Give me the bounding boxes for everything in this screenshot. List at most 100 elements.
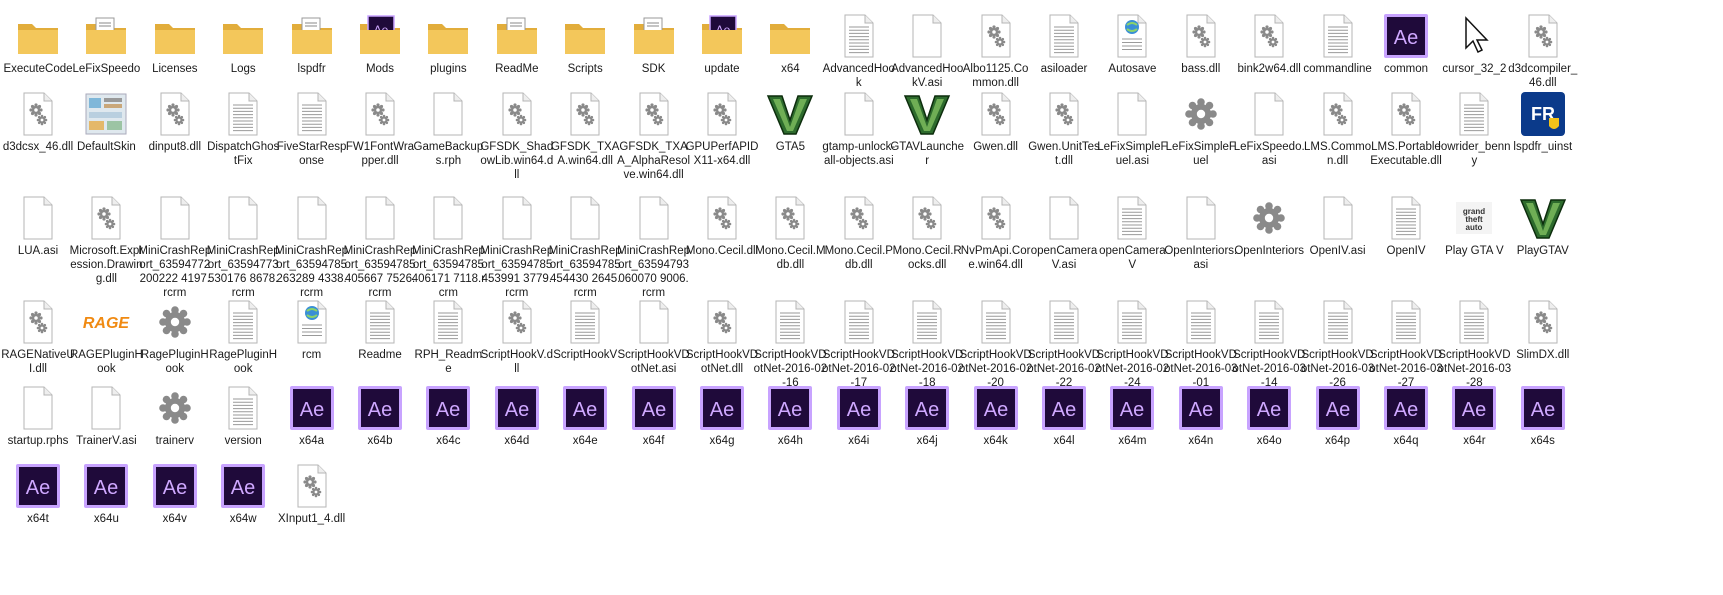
file-item[interactable]: GFSDK_TXAA.win64.dll: [548, 84, 622, 174]
file-item[interactable]: ScriptHookVDotNet-2016-03-01: [1164, 292, 1238, 389]
file-item[interactable]: RagePluginHook: [138, 292, 212, 382]
file-item[interactable]: LMS.Common.dll: [1301, 84, 1375, 174]
file-item[interactable]: Gwen.UnitTest.dll: [1027, 84, 1101, 174]
file-item[interactable]: MiniCrashReport_63594772200222 4197.rcrm: [138, 188, 212, 299]
file-item[interactable]: Ae x64g: [685, 378, 759, 468]
file-item[interactable]: d3dcsx_46.dll: [1, 84, 75, 174]
file-item[interactable]: NvPmApi.Core.win64.dll: [959, 188, 1033, 278]
file-item[interactable]: GameBackups.rph: [411, 84, 485, 174]
file-item[interactable]: Ae x64b: [343, 378, 417, 468]
file-item[interactable]: ScriptHookV: [548, 292, 622, 382]
file-item[interactable]: startup.rphs: [1, 378, 75, 468]
file-item[interactable]: ScriptHookVDotNet.asi: [617, 292, 691, 382]
file-item[interactable]: cursor_32_2: [1437, 6, 1511, 96]
file-item[interactable]: LUA.asi: [1, 188, 75, 278]
file-item[interactable]: Ae common: [1369, 6, 1443, 96]
file-item[interactable]: Ae x64h: [753, 378, 827, 468]
file-item[interactable]: Ae x64q: [1369, 378, 1443, 468]
file-item[interactable]: MiniCrashReport_63594785453991 3779.rcrm: [480, 188, 554, 299]
file-item[interactable]: LeFixSpeedo: [69, 6, 143, 96]
file-item[interactable]: lowrider_benny: [1437, 84, 1511, 174]
file-item[interactable]: ScriptHookVDotNet-2016-02-22: [1027, 292, 1101, 389]
file-item[interactable]: RPH_Readme: [411, 292, 485, 382]
file-item[interactable]: Licenses: [138, 6, 212, 96]
file-item[interactable]: MiniCrashReport_63594785454430 2645.rcrm: [548, 188, 622, 299]
file-item[interactable]: FW1FontWrapper.dll: [343, 84, 417, 174]
file-item[interactable]: MiniCrashReport_63594785263289 4338.rcrm: [275, 188, 349, 299]
file-item[interactable]: Gwen.dll: [959, 84, 1033, 174]
file-item[interactable]: ScriptHookVDotNet-2016-02-18: [890, 292, 964, 389]
file-item[interactable]: openCameraV.asi: [1027, 188, 1101, 278]
file-item[interactable]: ScriptHookVDotNet-2016-03-27: [1369, 292, 1443, 389]
file-item[interactable]: FiveStarResponse: [275, 84, 349, 174]
file-item[interactable]: MiniCrashReport_63594793060070 9006.rcrm: [617, 188, 691, 299]
file-item[interactable]: TrainerV.asi: [69, 378, 143, 468]
file-item[interactable]: gtamp-unlock-all-objects.asi: [822, 84, 896, 174]
file-item[interactable]: Ae x64j: [890, 378, 964, 468]
file-item[interactable]: ScriptHookVDotNet-2016-03-26: [1301, 292, 1375, 389]
file-item[interactable]: ScriptHookV.dll: [480, 292, 554, 382]
file-item[interactable]: GTAVLauncher: [890, 84, 964, 174]
file-item[interactable]: FR lspdfr_uinst: [1506, 84, 1580, 174]
file-item[interactable]: GPUPerfAPIDX11-x64.dll: [685, 84, 759, 174]
file-item[interactable]: Ae update: [685, 6, 759, 96]
file-item[interactable]: SDK: [617, 6, 691, 96]
file-item[interactable]: ScriptHookVDotNet-2016-03-28: [1437, 292, 1511, 389]
file-item[interactable]: Mono.Cecil.dll: [685, 188, 759, 278]
file-item[interactable]: Microsoft.Expression.Drawing.dll: [69, 188, 143, 285]
file-item[interactable]: dinput8.dll: [138, 84, 212, 174]
file-item[interactable]: ScriptHookVDotNet-2016-02-17: [822, 292, 896, 389]
file-item[interactable]: AdvancedHook: [822, 6, 896, 96]
file-item[interactable]: Ae x64p: [1301, 378, 1375, 468]
file-item[interactable]: ScriptHookVDotNet-2016-03-14: [1232, 292, 1306, 389]
file-item[interactable]: Ae x64i: [822, 378, 896, 468]
file-item[interactable]: GFSDK_ShadowLib.win64.dll: [480, 84, 554, 181]
file-item[interactable]: Mono.Cecil.Rocks.dll: [890, 188, 964, 278]
file-item[interactable]: LeFixSimpleFuel.asi: [1095, 84, 1169, 174]
file-item[interactable]: XInput1_4.dll: [275, 456, 349, 546]
file-item[interactable]: GTA5: [753, 84, 827, 174]
file-item[interactable]: RagePluginHook: [206, 292, 280, 382]
file-item[interactable]: openCameraV: [1095, 188, 1169, 278]
file-item[interactable]: x64: [753, 6, 827, 96]
file-item[interactable]: Ae x64v: [138, 456, 212, 546]
file-item[interactable]: ScriptHookVDotNet-2016-02-16: [753, 292, 827, 389]
file-item[interactable]: Ae x64m: [1095, 378, 1169, 468]
file-item[interactable]: Scripts: [548, 6, 622, 96]
file-item[interactable]: RAGE RAGEPluginHook: [69, 292, 143, 382]
file-item[interactable]: LeFixSimpleFuel: [1164, 84, 1238, 174]
file-item[interactable]: Ae x64w: [206, 456, 280, 546]
file-item[interactable]: commandline: [1301, 6, 1375, 96]
file-item[interactable]: MiniCrashReport_63594785405667 7526.rcrm: [343, 188, 417, 299]
file-item[interactable]: grand theft auto Play GTA V: [1437, 188, 1511, 278]
file-item[interactable]: lspdfr: [275, 6, 349, 96]
file-item[interactable]: OpenIV: [1369, 188, 1443, 278]
file-item[interactable]: Ae x64f: [617, 378, 691, 468]
file-item[interactable]: LMS.PortableExecutable.dll: [1369, 84, 1443, 174]
file-item[interactable]: Ae x64e: [548, 378, 622, 468]
file-item[interactable]: trainerv: [138, 378, 212, 468]
file-item[interactable]: Autosave: [1095, 6, 1169, 96]
file-item[interactable]: MiniCrashReport_63594773530176 8678.rcrm: [206, 188, 280, 299]
file-item[interactable]: Ae Mods: [343, 6, 417, 96]
file-item[interactable]: bass.dll: [1164, 6, 1238, 96]
file-item[interactable]: ScriptHookVDotNet-2016-02-24: [1095, 292, 1169, 389]
file-item[interactable]: ScriptHookVDotNet.dll: [685, 292, 759, 382]
file-item[interactable]: Ae x64k: [959, 378, 1033, 468]
file-item[interactable]: DefaultSkin: [69, 84, 143, 174]
file-item[interactable]: RAGENativeUI.dll: [1, 292, 75, 382]
file-item[interactable]: Ae x64u: [69, 456, 143, 546]
file-item[interactable]: DispatchGhostFix: [206, 84, 280, 174]
file-item[interactable]: bink2w64.dll: [1232, 6, 1306, 96]
file-item[interactable]: plugins: [411, 6, 485, 96]
file-item[interactable]: PlayGTAV: [1506, 188, 1580, 278]
file-item[interactable]: Logs: [206, 6, 280, 96]
file-item[interactable]: Mono.Cecil.Pdb.dll: [822, 188, 896, 278]
file-item[interactable]: MiniCrashReport_63594785406171 7118.rcrm: [411, 188, 485, 299]
file-item[interactable]: Ae x64o: [1232, 378, 1306, 468]
file-item[interactable]: SlimDX.dll: [1506, 292, 1580, 382]
file-item[interactable]: GFSDK_TXAA_AlphaResolve.win64.dll: [617, 84, 691, 181]
file-item[interactable]: ScriptHookVDotNet-2016-02-20: [959, 292, 1033, 389]
file-item[interactable]: Ae x64l: [1027, 378, 1101, 468]
file-item[interactable]: ReadMe: [480, 6, 554, 96]
